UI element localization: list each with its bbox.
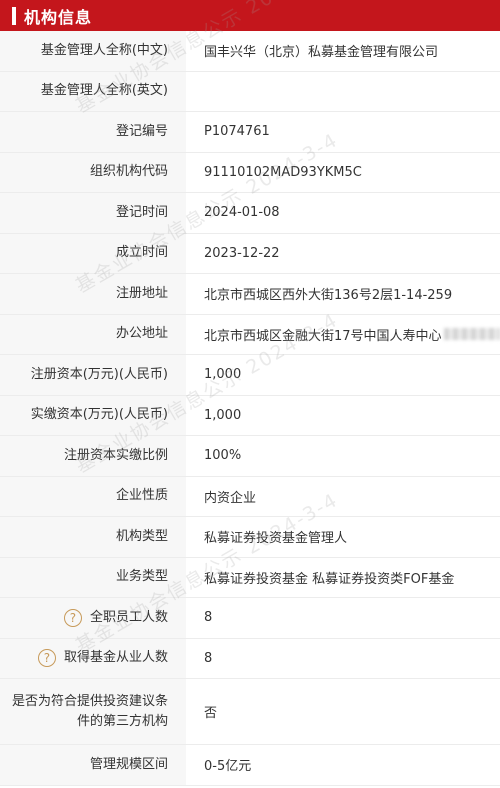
row-label: 实缴资本(万元)(人民币) xyxy=(0,395,186,435)
table-row: 成立时间 2023-12-22 xyxy=(0,233,500,274)
row-label: ? 取得基金从业人数 xyxy=(0,638,186,678)
row-label: 登记时间 xyxy=(0,193,186,233)
row-label: 企业性质 xyxy=(0,476,186,516)
row-value: 2024-01-08 xyxy=(204,205,280,221)
table-row: 登记编号 P1074761 xyxy=(0,112,500,153)
row-value: 北京市西城区金融大街17号中国人寿中心 xyxy=(186,315,500,355)
row-label: 成立时间 xyxy=(0,233,186,273)
table-row: 实缴资本(万元)(人民币) 1,000 xyxy=(0,395,500,436)
table-row: 注册地址 北京市西城区西外大街136号2层1-14-259 xyxy=(0,274,500,315)
table-row: 业务类型 私募证券投资基金 私募证券投资类FOF基金 xyxy=(0,557,500,598)
table-row: ? 全职员工人数 8 xyxy=(0,598,500,639)
row-label: ? 全职员工人数 xyxy=(0,598,186,638)
office-address-text: 北京市西城区金融大街17号中国人寿中心 xyxy=(204,328,442,344)
row-value: 否 xyxy=(204,706,218,721)
table-row: 注册资本(万元)(人民币) 1,000 xyxy=(0,355,500,396)
row-label: 注册资本实缴比例 xyxy=(0,436,186,476)
row-value: 91110102MAD93YKM5C xyxy=(204,164,362,180)
row-label: 注册地址 xyxy=(0,274,186,314)
row-value: 国丰兴华（北京）私募基金管理有限公司 xyxy=(204,45,439,61)
help-icon[interactable]: ? xyxy=(37,649,56,668)
row-label: 是否为符合提供投资建议条件的第三方机构 xyxy=(0,679,186,744)
row-label: 机构类型 xyxy=(0,517,186,557)
table-row: 机构类型 私募证券投资基金管理人 xyxy=(0,517,500,558)
row-label: 办公地址 xyxy=(0,314,186,354)
row-value xyxy=(186,72,500,112)
table-row: 管理规模区间 0-5亿元 xyxy=(0,745,500,786)
row-label-text: 全职员工人数 xyxy=(89,609,168,625)
row-value: 2023-12-22 xyxy=(204,245,280,261)
row-label: 基金管理人全称(中文) xyxy=(0,31,186,71)
header-accent-bar xyxy=(12,6,16,25)
table-row: 注册资本实缴比例 100% xyxy=(0,436,500,477)
row-value: 1,000 xyxy=(204,407,242,423)
section-title: 机构信息 xyxy=(24,7,93,27)
row-value: 8 xyxy=(204,650,213,666)
row-value: 100% xyxy=(204,448,242,464)
table-row: 办公地址 北京市西城区金融大街17号中国人寿中心 xyxy=(0,314,500,355)
help-icon[interactable]: ? xyxy=(63,608,82,627)
info-table: 基金管理人全称(中文) 国丰兴华（北京）私募基金管理有限公司 基金管理人全称(英… xyxy=(0,31,500,786)
row-label: 基金管理人全称(英文) xyxy=(0,71,186,111)
table-row: ? 取得基金从业人数 8 xyxy=(0,638,500,679)
row-label-text: 取得基金从业人数 xyxy=(63,650,168,666)
row-value: 8 xyxy=(204,610,213,626)
row-value: 1,000 xyxy=(204,367,242,383)
row-value: 内资企业 xyxy=(204,490,257,506)
row-label: 管理规模区间 xyxy=(0,745,186,785)
table-row: 基金管理人全称(中文) 国丰兴华（北京）私募基金管理有限公司 xyxy=(0,31,500,72)
row-value: 私募证券投资基金 私募证券投资类FOF基金 xyxy=(204,571,455,587)
row-label: 业务类型 xyxy=(0,557,186,597)
row-label: 登记编号 xyxy=(0,112,186,152)
row-value: 私募证券投资基金管理人 xyxy=(204,531,348,547)
row-value: 北京市西城区西外大街136号2层1-14-259 xyxy=(204,288,453,304)
table-row: 是否为符合提供投资建议条件的第三方机构 否 xyxy=(0,679,500,745)
table-row: 基金管理人全称(英文) xyxy=(0,71,500,112)
table-row: 组织机构代码 91110102MAD93YKM5C xyxy=(0,152,500,193)
row-value: 0-5亿元 xyxy=(204,759,252,775)
table-row: 企业性质 内资企业 xyxy=(0,476,500,517)
table-row: 登记时间 2024-01-08 xyxy=(0,193,500,234)
row-value: P1074761 xyxy=(204,124,270,140)
row-label: 组织机构代码 xyxy=(0,152,186,192)
redacted-text xyxy=(443,328,500,341)
section-header: 机构信息 xyxy=(0,0,500,31)
row-label: 注册资本(万元)(人民币) xyxy=(0,355,186,395)
